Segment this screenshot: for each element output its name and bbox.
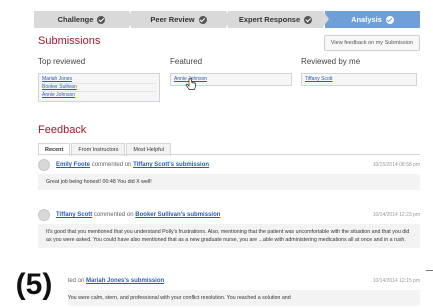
- target-link[interactable]: Tiffany Scott's submission: [133, 162, 209, 168]
- top-reviewed-list: Mariah Jones Booker Sullivan Annie Johns…: [38, 73, 160, 102]
- step-label: Expert Response: [238, 15, 301, 24]
- comment-meta: Emily Foote commented on Tiffany Scott's…: [56, 162, 209, 168]
- figure-label: (5): [0, 262, 68, 308]
- target-link[interactable]: Mariah Jones's submission: [86, 278, 164, 284]
- author-link[interactable]: Emily Foote: [56, 162, 90, 168]
- comment-verb: commented on: [93, 212, 134, 218]
- comment-body: It's good that you mentioned that you un…: [38, 224, 420, 248]
- target-link[interactable]: Booker Sullivan's submission: [135, 212, 220, 218]
- reviewed-by-me-heading: Reviewed by me: [301, 57, 361, 66]
- avatar: [38, 209, 50, 221]
- submission-link[interactable]: Tiffany Scott: [305, 76, 413, 83]
- step-label: Peer Review: [150, 15, 195, 24]
- submission-link[interactable]: Booker Sullivan: [42, 84, 156, 92]
- check-circle-icon: [198, 15, 207, 24]
- step-peer-review[interactable]: Peer Review: [131, 11, 232, 28]
- step-expert-response[interactable]: Expert Response: [228, 11, 329, 28]
- timestamp: 10/15/2014 08:58 pm: [372, 162, 420, 168]
- comment-verb: commented on: [91, 162, 132, 168]
- hand-cursor-icon: [185, 78, 196, 90]
- step-label: Challenge: [57, 15, 94, 24]
- comment-item: ...ented on Mariah Jones's submission 10…: [38, 275, 420, 306]
- author-link[interactable]: Tiffany Scott: [56, 212, 92, 218]
- check-circle-icon: [385, 15, 394, 24]
- featured-heading: Featured: [170, 57, 203, 66]
- submission-link[interactable]: Mariah Jones: [42, 76, 156, 84]
- app-frame: Challenge Peer Review Expert Response An…: [30, 5, 426, 308]
- tab-divider: [38, 154, 420, 155]
- divider-line: [426, 270, 433, 271]
- comment-item: Tiffany Scott commented on Booker Sulliv…: [38, 209, 420, 248]
- comment-meta: ...ented on Mariah Jones's submission: [56, 278, 164, 284]
- comment-body: ...ponse! You were calm, stern, and prof…: [38, 290, 420, 306]
- timestamp: 10/14/2014 12:23 pm: [372, 212, 420, 218]
- step-challenge[interactable]: Challenge: [34, 11, 135, 28]
- submissions-heading: Submissions: [38, 35, 101, 47]
- comment-body: Great job being honest! 00:48 You did X …: [38, 174, 420, 190]
- timestamp: 10/14/2014 12:15 pm: [372, 278, 420, 284]
- comment-meta: Tiffany Scott commented on Booker Sulliv…: [56, 212, 220, 218]
- submission-link[interactable]: Annie Johnson: [42, 92, 156, 99]
- feedback-heading: Feedback: [38, 124, 87, 136]
- progress-stepper: Challenge Peer Review Expert Response An…: [34, 11, 420, 28]
- view-feedback-button[interactable]: View feedback on my Submission: [323, 35, 420, 51]
- comment-item: Emily Foote commented on Tiffany Scott's…: [38, 159, 420, 190]
- check-circle-icon: [97, 15, 106, 24]
- check-circle-icon: [304, 15, 313, 24]
- step-label: Analysis: [351, 15, 382, 24]
- avatar: [38, 159, 50, 171]
- step-analysis[interactable]: Analysis: [325, 11, 420, 28]
- reviewed-by-me-list: Tiffany Scott: [301, 73, 417, 86]
- top-reviewed-heading: Top reviewed: [38, 57, 86, 66]
